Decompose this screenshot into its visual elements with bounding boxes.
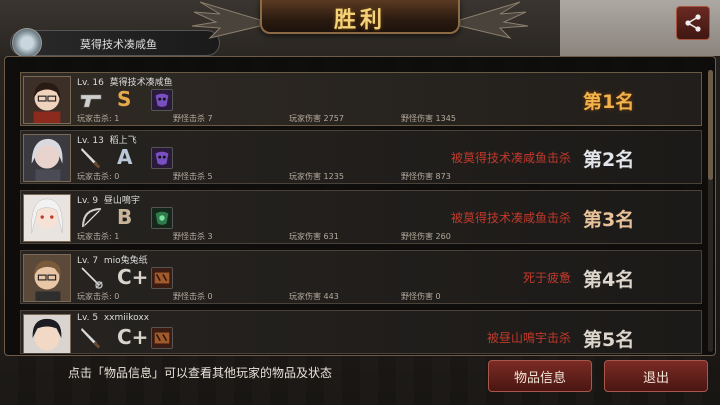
player-kills: 玩家击杀: 1 <box>77 232 120 241</box>
purple-mask-icon[interactable] <box>151 147 173 169</box>
player-kills: 玩家击杀: 0 <box>77 172 120 181</box>
player-row[interactable]: Lv. 16 莫得技术凑咸鱼 S 玩家击杀: 1 野怪击杀 7 玩家伤害 275… <box>20 72 702 126</box>
player-avatar[interactable] <box>23 194 71 242</box>
grade-badge: S <box>117 87 132 111</box>
grade-badge: C+ <box>117 325 149 349</box>
player-avatar[interactable] <box>23 314 71 354</box>
player-kills: 玩家击杀: 0 <box>77 292 120 301</box>
purple-mask-icon[interactable] <box>151 89 173 111</box>
death-cause: 被莫得技术凑咸鱼击杀 <box>450 211 571 225</box>
share-button[interactable] <box>676 6 710 40</box>
monster-kills: 野怪击杀 7 <box>173 114 213 123</box>
player-row[interactable]: Lv. 13 稻上飞 A 玩家击杀: 0 野怪击杀 5 玩家伤害 1235 野怪… <box>20 130 702 184</box>
grade-badge: A <box>117 145 133 169</box>
green-mask-icon[interactable] <box>151 207 173 229</box>
monster-damage: 野怪伤害 260 <box>401 232 451 241</box>
box-icon[interactable] <box>151 327 173 349</box>
rank-label: 第1名 <box>583 91 635 113</box>
player-damage: 玩家伤害 2757 <box>289 114 344 123</box>
player-banner-name: 莫得技术凑咸鱼 <box>80 38 157 51</box>
monster-kills: 野怪击杀 3 <box>173 232 213 241</box>
grade-badge: C+ <box>117 265 149 289</box>
player-level-name: Lv. 5 xxmiikoxx <box>77 313 150 323</box>
share-icon <box>685 14 701 32</box>
player-avatar[interactable] <box>23 76 71 124</box>
scroll-thumb[interactable] <box>708 70 713 180</box>
player-avatar[interactable] <box>23 254 71 302</box>
player-row[interactable]: Lv. 5 xxmiikoxx C+ 被昼山鳴宇击杀 第5名 <box>20 310 702 354</box>
rank-label: 第3名 <box>583 209 635 231</box>
monster-kills: 野怪击杀 0 <box>173 292 213 301</box>
death-cause: 被莫得技术凑咸鱼击杀 <box>450 151 571 165</box>
rank-label: 第2名 <box>583 149 635 171</box>
bow-icon <box>82 208 102 228</box>
death-cause: 死于疲惫 <box>522 271 571 285</box>
monster-damage: 野怪伤害 0 <box>401 292 441 301</box>
monster-damage: 野怪伤害 1345 <box>401 114 456 123</box>
player-damage: 玩家伤害 443 <box>289 292 339 301</box>
footer-hint: 点击「物品信息」可以查看其他玩家的物品及状态 <box>68 366 333 380</box>
rank-label: 第5名 <box>583 329 635 351</box>
monster-damage: 野怪伤害 873 <box>401 172 451 181</box>
exit-button[interactable]: 退出 <box>604 360 708 392</box>
player-badge-icon <box>12 28 42 58</box>
pistol-icon <box>80 94 102 108</box>
left-wing-ornament-icon <box>191 1 260 39</box>
monster-kills: 野怪击杀 5 <box>173 172 213 181</box>
page-title: 胜利 <box>333 8 386 33</box>
player-row[interactable]: Lv. 9 昼山鳴宇 B 玩家击杀: 1 野怪击杀 3 玩家伤害 631 野怪伤… <box>20 190 702 244</box>
item-info-button[interactable]: 物品信息 <box>488 360 592 392</box>
rapier-icon <box>81 267 103 289</box>
knife-icon <box>81 148 101 169</box>
right-wing-ornament-icon <box>460 1 529 39</box>
player-avatar[interactable] <box>23 134 71 182</box>
death-cause: 被昼山鳴宇击杀 <box>486 331 571 345</box>
rank-label: 第4名 <box>583 269 635 291</box>
box-icon[interactable] <box>151 267 173 289</box>
player-row[interactable]: Lv. 7 mio兔兔纸 C+ 玩家击杀: 0 野怪击杀 0 玩家伤害 443 … <box>20 250 702 304</box>
player-damage: 玩家伤害 1235 <box>289 172 344 181</box>
player-damage: 玩家伤害 631 <box>289 232 339 241</box>
knife-icon <box>81 328 101 349</box>
player-kills: 玩家击杀: 1 <box>77 114 120 123</box>
grade-badge: B <box>117 205 133 229</box>
